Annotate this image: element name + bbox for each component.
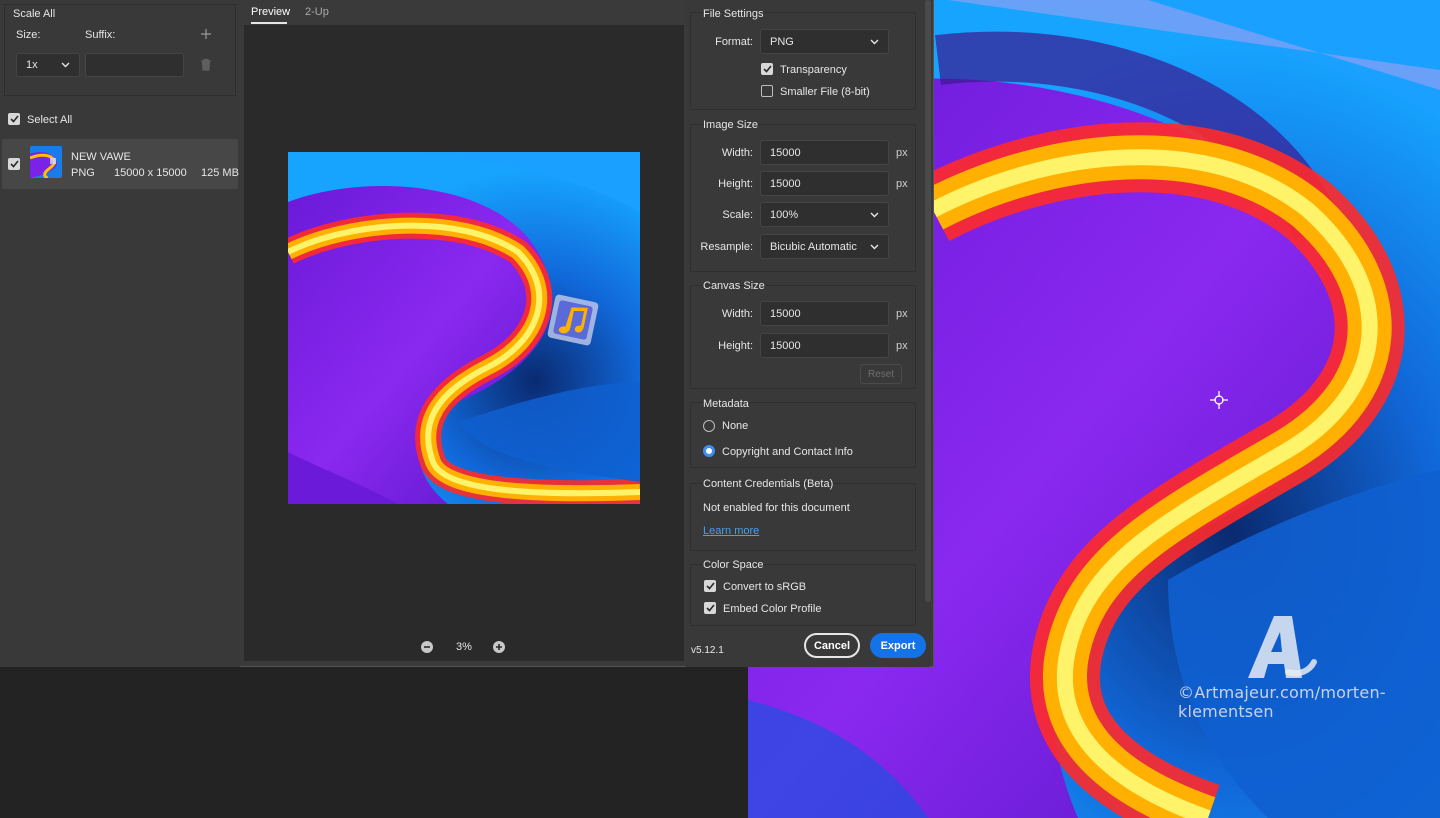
metadata-copyright-radio[interactable]: [703, 445, 715, 457]
scale-all-title: Scale All: [13, 8, 56, 20]
chevron-down-icon: [61, 62, 70, 68]
canvas-height-label: Height:: [718, 340, 753, 352]
settings-scrollbar[interactable]: [925, 0, 931, 602]
learn-more-link[interactable]: Learn more: [703, 525, 759, 537]
format-dropdown[interactable]: PNG: [760, 29, 889, 54]
image-width-input[interactable]: 15000: [760, 140, 889, 165]
suffix-label: Suffix:: [85, 29, 116, 41]
active-tab-indicator: [251, 22, 287, 24]
image-height-unit: px: [896, 178, 908, 190]
content-credentials-title: Content Credentials (Beta): [703, 478, 834, 490]
reset-button[interactable]: Reset: [860, 364, 902, 384]
metadata-none-label: None: [722, 420, 749, 432]
image-width-unit: px: [896, 147, 908, 159]
convert-srgb-label: Convert to sRGB: [723, 581, 807, 593]
transparency-label: Transparency: [780, 64, 847, 76]
embed-profile-checkbox[interactable]: [704, 602, 716, 614]
canvas-size-title: Canvas Size: [703, 280, 765, 292]
format-value: PNG: [770, 35, 794, 48]
scale-label: Scale:: [722, 209, 753, 221]
checkmark-icon: [705, 604, 715, 612]
metadata-group: [690, 402, 916, 468]
suffix-input[interactable]: [85, 53, 184, 77]
asset-dimensions: 15000 x 15000: [114, 167, 187, 179]
checkmark-icon: [762, 65, 772, 73]
smaller-file-label: Smaller File (8-bit): [780, 86, 870, 98]
scale-dropdown[interactable]: 100%: [760, 202, 889, 227]
checkmark-icon: [705, 582, 715, 590]
version-label: v5.12.1: [691, 645, 724, 656]
checkmark-icon: [9, 160, 19, 168]
tab-2-up[interactable]: 2-Up: [305, 6, 329, 18]
chevron-down-icon: [870, 244, 879, 249]
color-space-title: Color Space: [703, 559, 764, 571]
image-height-label: Height:: [718, 178, 753, 190]
chevron-down-icon: [870, 212, 879, 217]
zoom-level: 3%: [456, 641, 472, 653]
resample-value: Bicubic Automatic: [770, 240, 857, 253]
canvas-height-input[interactable]: 15000: [760, 333, 889, 358]
content-credentials-status: Not enabled for this document: [703, 502, 850, 514]
preview-image: [288, 152, 640, 504]
asset-format: PNG: [71, 167, 95, 179]
canvas-width-label: Width:: [721, 308, 753, 320]
zoom-out-icon[interactable]: [420, 640, 434, 654]
assets-panel: [0, 0, 240, 667]
crosshair-cursor-icon: [1210, 391, 1228, 409]
checkmark-icon: [9, 115, 19, 123]
format-label: Format:: [715, 36, 753, 48]
image-width-label: Width:: [721, 147, 753, 159]
canvas-height-unit: px: [896, 340, 908, 352]
add-scale-icon[interactable]: [200, 28, 212, 40]
metadata-title: Metadata: [703, 398, 749, 410]
transparency-checkbox[interactable]: [761, 63, 773, 75]
artmajeur-logo: [1248, 616, 1317, 678]
select-all-label: Select All: [27, 114, 73, 126]
asset-thumbnail: [30, 146, 62, 178]
embed-profile-label: Embed Color Profile: [723, 603, 822, 615]
cancel-button[interactable]: Cancel: [804, 633, 860, 658]
tab-preview[interactable]: Preview: [251, 6, 290, 18]
color-space-group: [690, 564, 916, 626]
resample-dropdown[interactable]: Bicubic Automatic: [760, 234, 889, 259]
image-size-title: Image Size: [703, 119, 759, 131]
metadata-none-radio[interactable]: [703, 420, 715, 432]
size-label: Size:: [16, 29, 41, 41]
metadata-copyright-label: Copyright and Contact Info: [722, 446, 853, 458]
file-settings-title: File Settings: [703, 8, 764, 20]
smaller-file-checkbox[interactable]: [761, 85, 773, 97]
trash-icon[interactable]: [200, 58, 212, 71]
canvas-width-unit: px: [896, 308, 908, 320]
content-credentials-group: [690, 483, 916, 551]
select-all-checkbox[interactable]: [8, 113, 20, 125]
export-button[interactable]: Export: [870, 633, 926, 658]
size-dropdown[interactable]: 1x: [16, 53, 80, 77]
image-height-input[interactable]: 15000: [760, 171, 889, 196]
chevron-down-icon: [870, 39, 879, 44]
zoom-in-icon[interactable]: [492, 640, 506, 654]
scale-value: 100%: [770, 208, 799, 221]
asset-checkbox[interactable]: [8, 158, 20, 170]
watermark-text: ©Artmajeur.com/morten-klementsen: [1178, 683, 1386, 721]
size-value: 1x: [26, 59, 38, 71]
resample-label: Resample:: [700, 241, 753, 253]
asset-file-size: 125 MB: [201, 167, 239, 179]
canvas-width-input[interactable]: 15000: [760, 301, 889, 326]
asset-name: NEW VAWE: [71, 151, 131, 163]
convert-srgb-checkbox[interactable]: [704, 580, 716, 592]
